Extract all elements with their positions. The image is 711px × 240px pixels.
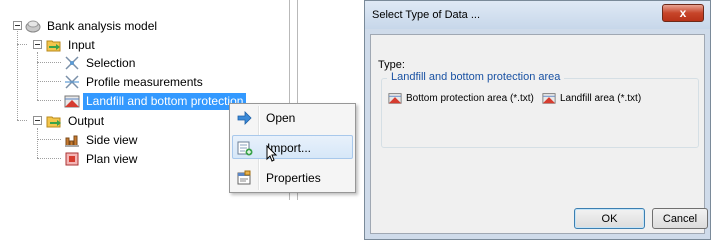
selection-icon bbox=[64, 55, 80, 71]
option-landfill-area[interactable]: Landfill area (*.txt) bbox=[542, 91, 641, 105]
tree-line bbox=[37, 139, 61, 140]
collapse-input-toggle[interactable] bbox=[33, 40, 42, 49]
mouse-cursor-icon bbox=[266, 144, 280, 163]
tree-node-landfill[interactable]: Landfill and bottom protection bbox=[64, 92, 247, 110]
folder-input-icon bbox=[46, 37, 62, 53]
option-label: Bottom protection area (*.txt) bbox=[406, 92, 534, 104]
tree-line bbox=[17, 44, 27, 45]
tree-node-root[interactable]: Bank analysis model bbox=[25, 17, 160, 35]
tree-line bbox=[37, 158, 61, 159]
menu-item-open[interactable]: Open bbox=[232, 106, 353, 130]
collapse-root-toggle[interactable] bbox=[13, 21, 22, 30]
tree-node-label: Selection bbox=[86, 55, 136, 70]
tree-line bbox=[37, 62, 61, 63]
tree-node-label: Plan view bbox=[86, 151, 138, 166]
dialog-body: Type: Landfill and bottom protection are… bbox=[370, 34, 708, 234]
tree-node-input[interactable]: Input bbox=[46, 36, 98, 54]
tree-node-label: Side view bbox=[86, 132, 138, 147]
dialog-titlebar[interactable]: Select Type of Data ... x bbox=[365, 1, 710, 29]
tree-node-label: Input bbox=[68, 37, 95, 52]
tree-line bbox=[37, 128, 38, 158]
cancel-label: Cancel bbox=[662, 212, 698, 225]
close-icon: x bbox=[679, 6, 687, 20]
tree-node-label: Landfill and bottom protection bbox=[83, 92, 247, 110]
import-icon bbox=[237, 140, 253, 156]
profile-measurements-icon bbox=[64, 74, 80, 90]
arrow-right-icon bbox=[236, 110, 252, 126]
properties-icon bbox=[236, 170, 252, 186]
group-divider bbox=[565, 78, 692, 79]
menu-item-import[interactable]: Import... bbox=[232, 135, 353, 162]
dialog-title: Select Type of Data ... bbox=[372, 9, 481, 21]
landfill-area-icon bbox=[542, 91, 556, 105]
group-title: Landfill and bottom protection area bbox=[387, 71, 565, 83]
tree-node-profile-measurements[interactable]: Profile measurements bbox=[64, 73, 206, 91]
tree-node-side-view[interactable]: Side view bbox=[64, 131, 140, 149]
select-type-dialog: Select Type of Data ... x Type: Landfill… bbox=[364, 0, 711, 240]
plan-view-icon bbox=[64, 151, 80, 167]
ok-label: OK bbox=[601, 212, 618, 225]
option-bottom-protection[interactable]: Bottom protection area (*.txt) bbox=[388, 91, 534, 105]
menu-item-label: Properties bbox=[266, 171, 321, 185]
tree-line bbox=[17, 120, 27, 121]
cancel-button[interactable]: Cancel bbox=[652, 208, 708, 229]
side-view-icon bbox=[64, 132, 80, 148]
tree-node-selection[interactable]: Selection bbox=[64, 54, 138, 72]
globe-model-icon bbox=[25, 18, 41, 34]
menu-item-properties[interactable]: Properties bbox=[232, 166, 353, 190]
tree-node-label: Profile measurements bbox=[86, 74, 203, 89]
tree-node-output[interactable]: Output bbox=[46, 112, 107, 130]
ok-button[interactable]: OK bbox=[574, 208, 645, 229]
tree-node-plan-view[interactable]: Plan view bbox=[64, 150, 140, 168]
close-button[interactable]: x bbox=[662, 4, 704, 22]
tree-node-label: Bank analysis model bbox=[47, 18, 158, 33]
tree-node-label: Output bbox=[68, 113, 105, 128]
collapse-output-toggle[interactable] bbox=[33, 116, 42, 125]
type-label: Type: bbox=[378, 59, 405, 71]
tree-line bbox=[17, 24, 18, 120]
folder-output-icon bbox=[46, 113, 62, 129]
data-type-group: Landfill and bottom protection area Bott… bbox=[381, 71, 699, 148]
menu-item-label: Open bbox=[266, 111, 296, 125]
tree-line bbox=[37, 52, 38, 100]
context-menu: Open Import... Properties bbox=[229, 103, 356, 193]
landfill-icon bbox=[64, 93, 80, 109]
tree-line bbox=[37, 81, 61, 82]
tree-line bbox=[37, 100, 61, 101]
option-label: Landfill area (*.txt) bbox=[560, 92, 642, 104]
bottom-protection-icon bbox=[388, 91, 402, 105]
